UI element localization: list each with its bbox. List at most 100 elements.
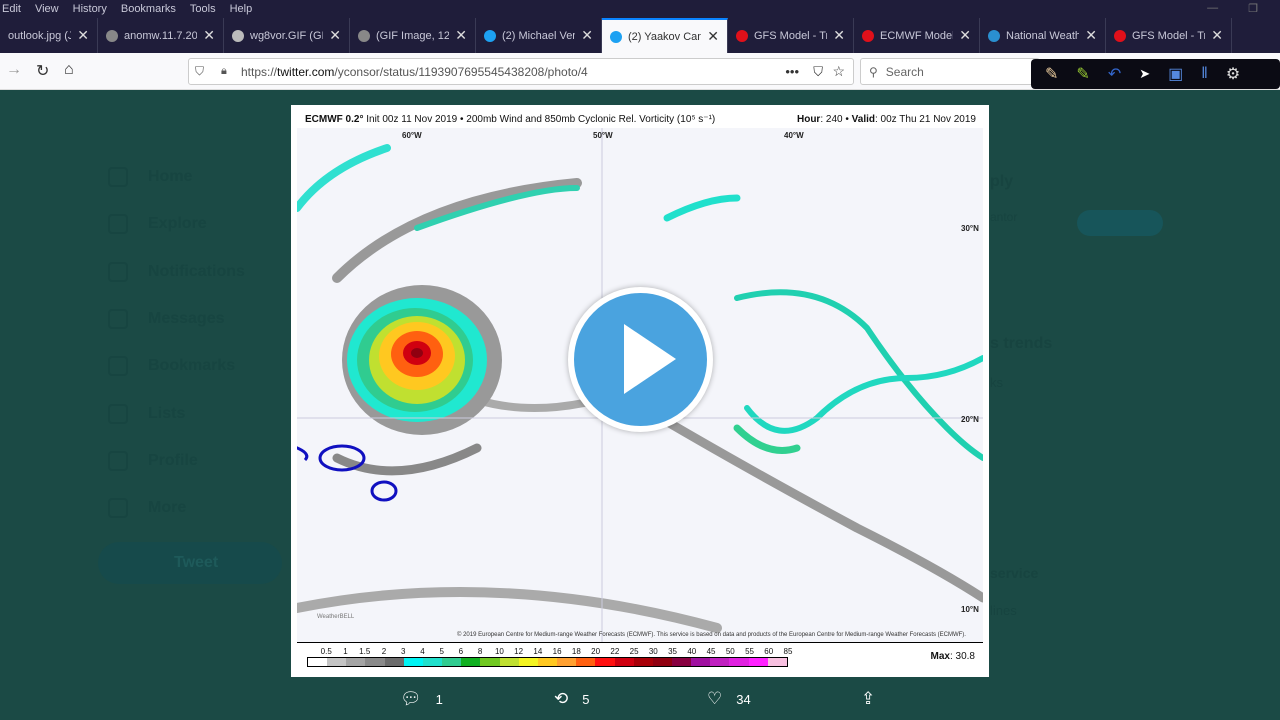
image-icon — [358, 29, 370, 42]
sidebar-item-lists[interactable]: Lists — [108, 403, 185, 424]
colorbar-label: 22 — [610, 647, 620, 656]
tab[interactable]: GFS Model - Tropical ✕ — [728, 18, 854, 53]
pencil-icon[interactable]: ✎ — [1045, 64, 1058, 84]
reload-icon[interactable]: ↻ — [36, 61, 49, 81]
sidebar-item-explore[interactable]: Explore — [108, 214, 207, 235]
tab[interactable]: outlook.jpg (JPEG ✕ — [0, 18, 98, 53]
tab[interactable]: anomw.11.7.2019.gif ✕ — [98, 18, 224, 53]
tab[interactable]: (2) Yaakov Cantor ✕ — [602, 18, 728, 53]
right-item[interactable]: lines — [990, 603, 1017, 618]
restore-button[interactable]: ❐ — [1248, 2, 1258, 15]
chart-valid: Hour: 240 • Valid: 00z Thu 21 Nov 2019 — [796, 114, 976, 125]
trend-item[interactable]: ks — [990, 375, 1003, 390]
colorbar-swatch — [576, 658, 596, 666]
follow-button[interactable] — [1077, 210, 1163, 236]
sidebar-item-label: Notifications — [148, 262, 245, 280]
sidebar-item-messages[interactable]: Messages — [108, 308, 225, 329]
copyright-text: © 2019 European Centre for Medium-range … — [457, 632, 966, 638]
lat-label: 20°N — [961, 415, 979, 424]
image-icon — [106, 29, 118, 42]
home-icon[interactable]: ⌂ — [64, 61, 74, 79]
tab[interactable]: ECMWF Model - ✕ — [854, 18, 980, 53]
colorbar-swatch — [518, 658, 538, 666]
url-bar[interactable]: ⛉ 🔒︎ https://twitter.com/yconsor/status/… — [188, 58, 854, 85]
search-placeholder: Search — [885, 64, 924, 79]
forward-icon[interactable]: → — [6, 61, 22, 79]
tab[interactable]: National Weather ✕ — [980, 18, 1106, 53]
colorbar-label: 5 — [439, 647, 444, 656]
star-icon[interactable]: ☆ — [832, 63, 845, 80]
url-domain: twitter.com — [277, 64, 335, 79]
colorbar-label: 8 — [477, 647, 483, 656]
search-input[interactable]: ⚲ Search — [860, 58, 1040, 85]
play-button[interactable] — [568, 287, 713, 432]
cursor-icon[interactable]: ➤ — [1139, 66, 1150, 82]
menu-help[interactable]: Help — [230, 3, 253, 15]
minimize-button[interactable]: — — [1207, 2, 1218, 15]
colorbar-label: 4 — [420, 647, 425, 656]
menu-tools[interactable]: Tools — [190, 3, 216, 15]
menu-bookmarks[interactable]: Bookmarks — [121, 3, 176, 15]
share-icon: ⇪ — [861, 689, 876, 708]
gear-icon[interactable]: ⚙ — [1226, 64, 1240, 84]
colorbar-swatch — [710, 658, 730, 666]
sidebar-item-bookmarks[interactable]: Bookmarks — [108, 356, 236, 377]
menu-history[interactable]: History — [73, 3, 107, 15]
sidebar-item-home[interactable]: Home — [108, 167, 192, 187]
right-heading-1: ply — [990, 173, 1014, 190]
tab[interactable]: (2) Michael Venture ✕ — [476, 18, 602, 53]
close-tab-icon[interactable]: ✕ — [959, 27, 971, 44]
pocket-icon[interactable]: ⛉ — [813, 64, 823, 80]
close-tab-icon[interactable]: ✕ — [1085, 27, 1097, 44]
close-tab-icon[interactable]: ✕ — [203, 27, 215, 44]
close-tab-icon[interactable]: ✕ — [455, 27, 467, 44]
colorbar-swatch — [327, 658, 347, 666]
like-button[interactable]: ♡ 34 — [707, 689, 751, 709]
colorbar-swatch — [595, 658, 615, 666]
tweet-button[interactable]: Tweet — [98, 542, 282, 584]
sidebar-item-label: Bookmarks — [148, 357, 236, 375]
close-tab-icon[interactable]: ✕ — [1211, 27, 1223, 44]
tab[interactable]: GFS Model - Tropical ✕ — [1106, 18, 1232, 53]
lists-icon — [108, 403, 128, 424]
undo-icon[interactable]: ↶ — [1108, 64, 1121, 84]
tab-title: wg8vor.GIF (GIF — [250, 29, 324, 42]
tab-bar: outlook.jpg (JPEG✕anomw.11.7.2019.gif✕wg… — [0, 18, 1280, 53]
retweet-button[interactable]: ⟲ 5 — [554, 689, 589, 709]
colorbar-swatch — [729, 658, 749, 666]
tab-title: (2) Michael Venture — [502, 29, 575, 42]
close-tab-icon[interactable]: ✕ — [581, 27, 593, 44]
tab[interactable]: (GIF Image, 1200 × ✕ — [350, 18, 476, 53]
colorbar-swatch — [614, 658, 634, 666]
right-text-1: antor — [990, 210, 1018, 224]
pause-icon[interactable]: ‖ — [1201, 65, 1208, 83]
max-value: Max: 30.8 — [930, 651, 975, 662]
reply-button[interactable]: 💬︎ 1 — [400, 689, 443, 709]
chart-title: Init 00z 11 Nov 2019 • 200mb Wind and 85… — [363, 114, 716, 125]
more-icon[interactable]: ••• — [785, 64, 799, 79]
close-tab-icon[interactable]: ✕ — [77, 27, 89, 44]
menu-view[interactable]: View — [35, 3, 59, 15]
watermark-logo: WeatherBELL — [317, 614, 355, 620]
highlighter-icon[interactable]: ✎ — [1076, 64, 1089, 84]
tab-title: anomw.11.7.2019.gif — [124, 29, 198, 42]
colorbar-label: 25 — [629, 647, 639, 656]
menu-edit[interactable]: Edit — [2, 3, 21, 15]
close-tab-icon[interactable]: ✕ — [707, 28, 719, 45]
close-tab-icon[interactable]: ✕ — [329, 27, 341, 44]
hurricane-icon — [862, 29, 874, 42]
tab[interactable]: wg8vor.GIF (GIF ✕ — [224, 18, 350, 53]
sidebar-item-profile[interactable]: Profile — [108, 450, 198, 471]
sidebar-item-more[interactable]: More — [108, 498, 187, 519]
hurricane-icon — [736, 29, 748, 42]
explore-icon — [108, 214, 128, 235]
globe-icon — [232, 29, 244, 42]
sidebar-item-label: More — [148, 499, 187, 517]
sidebar-item-notifications[interactable]: Notifications — [108, 261, 245, 282]
colorbar-label: 60 — [764, 647, 774, 656]
screen-icon[interactable]: ▣ — [1168, 64, 1183, 84]
vorticity-band — [744, 355, 983, 434]
share-button[interactable]: ⇪ — [861, 689, 875, 709]
close-tab-icon[interactable]: ✕ — [833, 27, 845, 44]
colorbar-swatch — [691, 658, 711, 666]
